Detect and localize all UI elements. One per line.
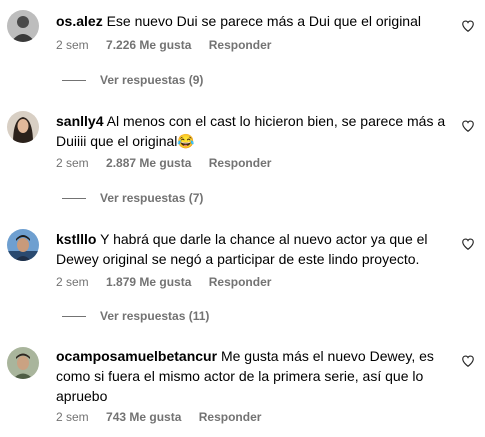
view-replies-label: Ver respuestas (11) (100, 309, 210, 323)
reply-button[interactable]: Responder (199, 410, 262, 424)
view-replies-button[interactable]: Ver respuestas (9) (62, 73, 203, 87)
comment-likes[interactable]: 7.226 Me gusta (106, 38, 191, 52)
reply-button[interactable]: Responder (209, 275, 272, 289)
avatar[interactable] (7, 10, 39, 42)
view-replies-button[interactable]: Ver respuestas (11) (62, 309, 209, 323)
like-heart-icon[interactable] (461, 119, 475, 133)
comment-meta: 2 sem 743 Me gusta Responder (56, 410, 275, 424)
comment-time: 2 sem (56, 38, 89, 52)
view-replies-label: Ver respuestas (7) (100, 191, 204, 205)
comment-body: os.alez Ese nuevo Dui se parece más a Du… (56, 11, 446, 31)
comment-text: Y habrá que darle la chance al nuevo act… (56, 231, 428, 267)
comment-meta: 2 sem 2.887 Me gusta Responder (56, 156, 285, 170)
comment-username[interactable]: sanlly4 (56, 113, 103, 129)
avatar[interactable] (7, 111, 39, 143)
comment-username[interactable]: os.alez (56, 13, 103, 29)
comment-meta: 2 sem 1.879 Me gusta Responder (56, 275, 285, 289)
like-heart-icon[interactable] (461, 237, 475, 251)
replies-line (62, 315, 86, 317)
like-heart-icon[interactable] (461, 354, 475, 368)
reply-button[interactable]: Responder (209, 156, 272, 170)
reply-button[interactable]: Responder (209, 38, 272, 52)
view-replies-label: Ver respuestas (9) (100, 73, 204, 87)
avatar[interactable] (7, 229, 39, 261)
comment-username[interactable]: kstlllo (56, 231, 96, 247)
replies-line (62, 197, 86, 199)
comment-text: Al menos con el cast lo hicieron bien, s… (56, 113, 446, 149)
comment-body: ocamposamuelbetancur Me gusta más el nue… (56, 346, 446, 406)
comment-likes[interactable]: 2.887 Me gusta (106, 156, 191, 170)
avatar[interactable] (7, 347, 39, 379)
comment-time: 2 sem (56, 275, 89, 289)
comment-body: sanlly4 Al menos con el cast lo hicieron… (56, 111, 446, 151)
comment-text: Ese nuevo Dui se parece más a Dui que el… (106, 13, 421, 29)
like-heart-icon[interactable] (461, 19, 475, 33)
replies-line (62, 79, 86, 81)
comment-likes[interactable]: 1.879 Me gusta (106, 275, 191, 289)
comment-time: 2 sem (56, 410, 89, 424)
view-replies-button[interactable]: Ver respuestas (7) (62, 191, 203, 205)
comment-body: kstlllo Y habrá que darle la chance al n… (56, 229, 446, 269)
comment-username[interactable]: ocamposamuelbetancur (56, 348, 217, 364)
comment-likes[interactable]: 743 Me gusta (106, 410, 181, 424)
comment-time: 2 sem (56, 156, 89, 170)
comment-meta: 2 sem 7.226 Me gusta Responder (56, 38, 285, 52)
